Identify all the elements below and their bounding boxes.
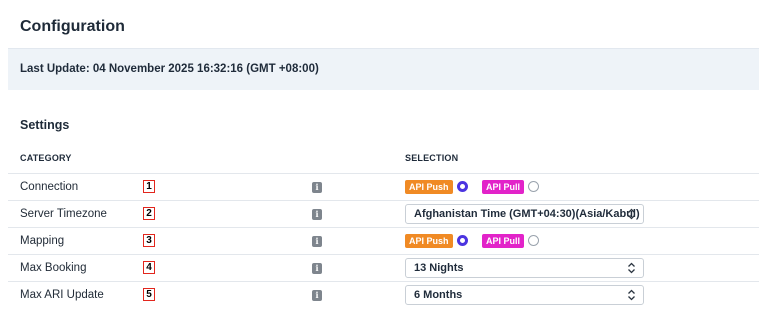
info-icon[interactable]: i: [312, 236, 322, 247]
api-pull-radio[interactable]: [528, 181, 539, 192]
max-ari-update-select[interactable]: 6 Months: [405, 285, 644, 305]
page-title: Configuration: [20, 18, 125, 35]
info-icon[interactable]: i: [312, 290, 322, 301]
row-label: Max Booking: [20, 262, 87, 274]
settings-title: Settings: [20, 118, 70, 132]
select-value: Afghanistan Time (GMT+04:30)(Asia/Kabul): [414, 208, 640, 220]
settings-row-mapping: Mapping 3 i API Push API Pull: [8, 227, 759, 254]
chevron-updown-icon: [628, 289, 635, 301]
info-icon[interactable]: i: [312, 263, 322, 274]
api-push-radio[interactable]: [457, 181, 468, 192]
selection-column-header: SELECTION: [405, 153, 459, 163]
settings-row-connection: Connection 1 i API Push API Pull: [8, 173, 759, 200]
row-number-marker: 4: [143, 261, 155, 274]
select-value: 13 Nights: [414, 262, 464, 274]
last-update-text: Last Update: 04 November 2025 16:32:16 (…: [20, 63, 319, 75]
max-booking-select[interactable]: 13 Nights: [405, 258, 644, 278]
api-pull-badge: API Pull: [482, 180, 525, 194]
settings-row-max-booking: Max Booking 4 i 13 Nights: [8, 254, 759, 281]
chevron-updown-icon: [628, 208, 635, 220]
api-pull-radio[interactable]: [528, 235, 539, 246]
chevron-updown-icon: [628, 262, 635, 274]
info-icon[interactable]: i: [312, 209, 322, 220]
settings-row-server-timezone: Server Timezone 2 i Afghanistan Time (GM…: [8, 200, 759, 227]
api-push-radio[interactable]: [457, 235, 468, 246]
api-pull-badge: API Pull: [482, 234, 525, 248]
api-push-badge: API Push: [405, 180, 453, 194]
info-icon[interactable]: i: [312, 182, 322, 193]
row-number-marker: 5: [143, 288, 155, 301]
row-number-marker: 2: [143, 207, 155, 220]
row-label: Mapping: [20, 235, 65, 247]
row-label: Max ARI Update: [20, 289, 104, 301]
server-timezone-select[interactable]: Afghanistan Time (GMT+04:30)(Asia/Kabul): [405, 204, 644, 224]
select-value: 6 Months: [414, 289, 463, 301]
row-label: Server Timezone: [20, 208, 107, 220]
last-update-bar: Last Update: 04 November 2025 16:32:16 (…: [8, 48, 759, 90]
row-label: Connection: [20, 181, 79, 193]
row-number-marker: 3: [143, 234, 155, 247]
category-column-header: CATEGORY: [20, 153, 72, 163]
settings-row-max-ari-update: Max ARI Update 5 i 6 Months: [8, 281, 759, 308]
row-number-marker: 1: [143, 180, 155, 193]
api-push-badge: API Push: [405, 234, 453, 248]
